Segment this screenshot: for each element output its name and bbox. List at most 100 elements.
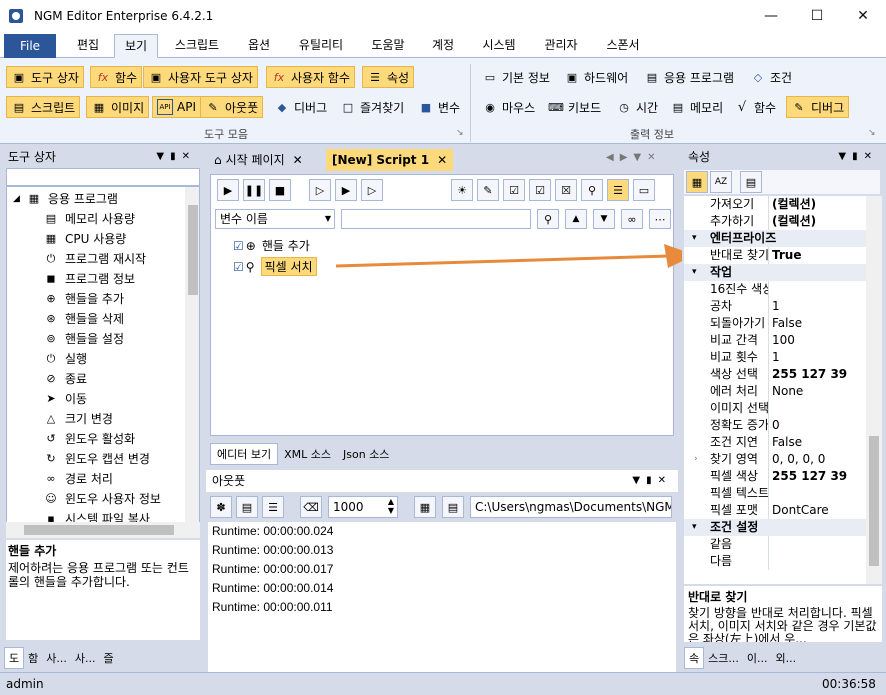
tab-script-props[interactable]: 스크... bbox=[704, 648, 743, 668]
tab-script-1[interactable]: [New] Script 1 ✕ bbox=[326, 149, 454, 171]
category-chevron-icon[interactable]: ▾ bbox=[692, 264, 697, 281]
script-line-2[interactable]: ☑ ⚲ 픽셀 서치 bbox=[233, 257, 317, 276]
tree-item[interactable]: ☺ 윈도우 사용자 정보 bbox=[43, 489, 161, 509]
tab-close-icon[interactable]: ✕ bbox=[293, 150, 303, 170]
menu-tab-account[interactable]: 계정 bbox=[422, 34, 464, 58]
menu-tab-view[interactable]: 보기 bbox=[114, 34, 158, 58]
hardware-toggle[interactable]: ▣ 하드웨어 bbox=[560, 66, 632, 88]
property-value[interactable]: False bbox=[772, 315, 802, 332]
property-value[interactable]: None bbox=[772, 383, 803, 400]
tab-properties[interactable]: 속 bbox=[684, 647, 705, 669]
list-icon[interactable]: ☰ bbox=[262, 496, 284, 518]
bulb-icon[interactable]: ☀ bbox=[451, 179, 473, 201]
tree-item[interactable]: ➤ 이동 bbox=[43, 389, 87, 409]
step-over-button[interactable]: ▶ bbox=[335, 179, 357, 201]
tree-item[interactable]: ↺ 윈도우 활성화 bbox=[43, 429, 135, 449]
group-expand-icon-2[interactable]: ↘ bbox=[868, 128, 876, 138]
menu-tab-utility[interactable]: 유틸리티 bbox=[288, 34, 354, 58]
property-row[interactable]: 비교 횟수 1 bbox=[684, 349, 866, 366]
property-row[interactable]: 조건 지연 False bbox=[684, 434, 866, 451]
property-row[interactable]: 16진수 색상 bbox=[684, 281, 866, 298]
step-into-button[interactable]: ▷ bbox=[361, 179, 383, 201]
property-pages-icon[interactable]: ▤ bbox=[740, 171, 762, 193]
category-chevron-icon[interactable]: ▾ bbox=[692, 519, 697, 536]
run-button[interactable]: ▶ bbox=[217, 179, 239, 201]
property-row[interactable]: › 찾기 영역 0, 0, 0, 0 bbox=[684, 451, 866, 468]
application-toggle[interactable]: ▤ 응용 프로그램 bbox=[640, 66, 738, 88]
check-all-icon[interactable]: ☑ bbox=[503, 179, 525, 201]
api-toggle[interactable]: API API bbox=[152, 96, 201, 118]
property-value[interactable]: (컬렉션) bbox=[772, 196, 816, 213]
property-value[interactable]: 100 bbox=[772, 332, 795, 349]
tree-item[interactable]: ⏻ 프로그램 재시작 bbox=[43, 249, 146, 269]
property-row[interactable]: 픽셀 포맷 DontCare bbox=[684, 502, 866, 519]
property-row[interactable]: 픽셀 색상 255 127 39 bbox=[684, 468, 866, 485]
tab-function[interactable]: 함 bbox=[24, 648, 42, 668]
tree-item[interactable]: △ 크기 변경 bbox=[43, 409, 113, 429]
variable-select[interactable]: 변수 이름 ▼ bbox=[215, 209, 335, 229]
property-row[interactable]: 추가하기 (컬렉션) bbox=[684, 213, 866, 230]
mouse-toggle[interactable]: ◉ 마우스 bbox=[478, 96, 539, 118]
property-category[interactable]: ▾ 작업 bbox=[684, 264, 866, 281]
tree-item[interactable]: ⊚ 핸들을 설정 bbox=[43, 329, 124, 349]
close-button[interactable]: ✕ bbox=[840, 0, 886, 32]
checkbox-icon[interactable]: ☑ bbox=[233, 239, 244, 253]
time-toggle[interactable]: ◷ 시간 bbox=[612, 96, 662, 118]
function-toggle[interactable]: fx 함수 bbox=[90, 66, 143, 88]
property-row[interactable]: 반대로 찾기 True bbox=[684, 247, 866, 264]
alphabetical-icon[interactable]: AZ bbox=[710, 171, 732, 193]
menu-tab-edit[interactable]: 편집 bbox=[66, 34, 110, 58]
panel-header-buttons-props[interactable]: ▼▮✕ bbox=[838, 146, 878, 168]
eraser-icon[interactable]: ⌫ bbox=[300, 496, 322, 518]
output-toggle[interactable]: ✎ 아웃풋 bbox=[200, 96, 264, 118]
search-icon[interactable]: ⚲ bbox=[581, 179, 603, 201]
property-category[interactable]: ▾ 엔터프라이즈 bbox=[684, 230, 866, 247]
panel-header-buttons[interactable]: ▼▮✕ bbox=[156, 146, 196, 168]
property-value[interactable]: True bbox=[772, 247, 801, 264]
tab-external-props[interactable]: 외... bbox=[771, 648, 800, 668]
tree-item[interactable]: ◼ 프로그램 정보 bbox=[43, 269, 135, 289]
property-row[interactable]: 에러 처리 None bbox=[684, 383, 866, 400]
save-log-icon[interactable]: ▤ bbox=[236, 496, 258, 518]
property-row[interactable]: 가져오기 (컬렉션) bbox=[684, 196, 866, 213]
move-down-icon[interactable]: ▼ bbox=[593, 209, 615, 229]
property-value[interactable]: 255 127 39 bbox=[772, 468, 847, 485]
function-info-toggle[interactable]: √ 함수 bbox=[730, 96, 780, 118]
step-button[interactable]: ▷ bbox=[309, 179, 331, 201]
condition-toggle[interactable]: ◇ 조건 bbox=[746, 66, 796, 88]
tree-hscrollbar[interactable] bbox=[6, 522, 200, 538]
script-toggle[interactable]: ▤ 스크립트 bbox=[6, 96, 81, 118]
laptop-icon[interactable]: ▭ bbox=[633, 179, 655, 201]
save-icon[interactable]: ▦ bbox=[414, 496, 436, 518]
user-toolbox-toggle[interactable]: ▣ 사용자 도구 상자 bbox=[143, 66, 258, 88]
log-path-input[interactable]: C:\Users\ngmas\Documents\NGM6\ bbox=[470, 496, 672, 518]
expand-icon[interactable]: › bbox=[694, 451, 698, 468]
script-line-1[interactable]: ☑ ⊕ 핸들 추가 bbox=[233, 237, 310, 254]
menu-tab-system[interactable]: 시스템 bbox=[472, 34, 526, 58]
broom-icon[interactable]: ✽ bbox=[210, 496, 232, 518]
panel-header-buttons-output[interactable]: ▼▮✕ bbox=[632, 470, 672, 492]
tab-user-function[interactable]: 사... bbox=[71, 648, 100, 668]
maximize-button[interactable]: ☐ bbox=[794, 0, 840, 32]
property-scrollbar[interactable] bbox=[866, 196, 882, 584]
variable-value-input[interactable] bbox=[341, 209, 531, 229]
stop-button[interactable]: ■ bbox=[269, 179, 291, 201]
menu-tab-script[interactable]: 스크립트 bbox=[164, 34, 230, 58]
property-value[interactable]: 1 bbox=[772, 298, 780, 315]
property-value[interactable]: 255 127 39 bbox=[772, 366, 847, 383]
menu-tab-admin[interactable]: 관리자 bbox=[534, 34, 588, 58]
menu-tab-help[interactable]: 도움말 bbox=[362, 34, 414, 58]
minimize-button[interactable]: — bbox=[748, 0, 794, 32]
user-function-toggle[interactable]: fx 사용자 함수 bbox=[266, 66, 356, 88]
property-row[interactable]: 픽셀 텍스트 bbox=[684, 485, 866, 502]
more-icon[interactable]: ⋯ bbox=[649, 209, 671, 229]
log-count-stepper[interactable]: 1000 ▲ ▼ bbox=[328, 496, 398, 518]
menu-tab-sponsor[interactable]: 스폰서 bbox=[596, 34, 650, 58]
stepper-arrows-icon[interactable]: ▲ ▼ bbox=[388, 497, 394, 515]
checkbox-icon-2[interactable]: ☑ bbox=[233, 260, 244, 274]
debug-info-toggle[interactable]: ✎ 디버그 bbox=[786, 96, 850, 118]
property-row[interactable]: 이미지 선택 bbox=[684, 400, 866, 417]
tab-user-toolbox[interactable]: 사... bbox=[42, 648, 71, 668]
property-value[interactable]: False bbox=[772, 434, 802, 451]
delete-icon[interactable]: ☒ bbox=[555, 179, 577, 201]
